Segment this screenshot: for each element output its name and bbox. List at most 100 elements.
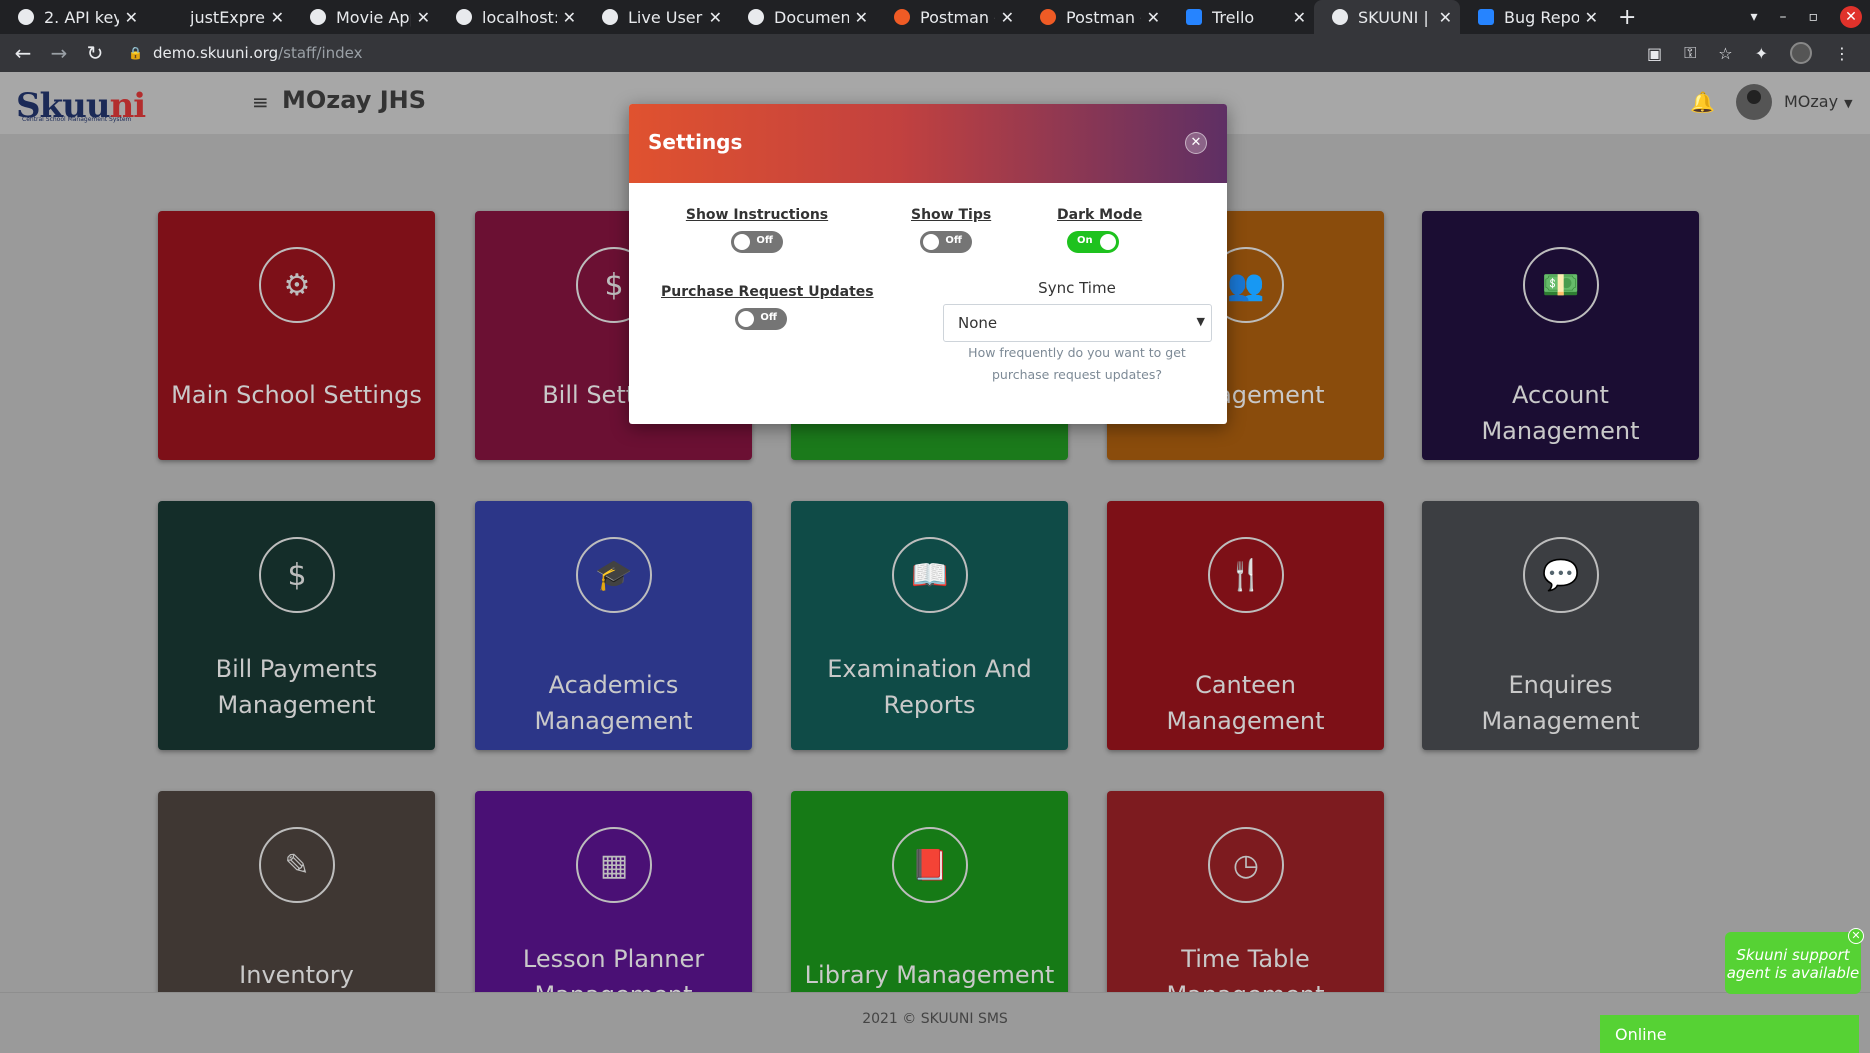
forward-icon[interactable]: → [46,41,72,65]
module-card[interactable]: 📖 Examination And Reports [791,501,1068,750]
chat-online-button[interactable]: Online [1600,1015,1859,1053]
new-tab-button[interactable]: + [1618,5,1636,30]
qr-code-icon[interactable]: ▣ [1647,44,1662,63]
module-card[interactable]: 🎓 Academics Management [475,501,752,750]
payment-hand-icon: $ [259,537,335,613]
browser-tab[interactable]: localhost:30 ✕ [438,0,584,34]
notification-bell-icon[interactable]: 🔔 [1690,90,1715,114]
tab-title: Live User Fil [628,7,703,27]
module-card[interactable]: 📕 Library Management [791,791,1068,992]
browser-tab[interactable]: 2. API key an ✕ [0,0,146,34]
browser-tab[interactable]: Postman - S ✕ [876,0,1022,34]
hamburger-menu-icon[interactable]: ≡ [252,90,269,114]
module-card[interactable]: 💵 Account Management [1422,211,1699,460]
globe-icon [18,9,34,25]
user-menu[interactable]: MOzay ▼ [1784,92,1853,111]
tab-close-icon[interactable]: ✕ [1293,8,1306,27]
extensions-icon[interactable]: ✦ [1755,44,1768,63]
library-book-icon: 📕 [892,827,968,903]
card-label: Library Management [804,961,1055,989]
tab-title: 2. API key an [44,7,119,27]
sync-time-select[interactable]: None ▼ [943,304,1212,342]
show-instructions-toggle[interactable]: Off [731,231,783,253]
close-window-icon[interactable]: ✕ [1840,6,1862,28]
tab-close-icon[interactable]: ✕ [271,8,284,27]
url-field[interactable]: 🔒 demo.skuuni.org/staff/index [128,44,362,62]
card-label: Bill Payments Management [215,655,378,719]
restore-icon[interactable]: ▫ [1809,9,1819,25]
browser-tab[interactable]: Bug Report ✕ [1460,0,1606,34]
star-icon[interactable]: ☆ [1718,44,1732,63]
logo-tagline: Central School Management System [22,116,132,123]
money-icon: 💵 [1523,247,1599,323]
tab-close-icon[interactable]: ✕ [417,8,430,27]
calendar-icon: ▦ [576,827,652,903]
tab-close-icon[interactable]: ✕ [1585,8,1598,27]
module-card[interactable]: ◷ Time Table Management [1107,791,1384,992]
support-close-icon[interactable]: ✕ [1848,928,1864,944]
tab-close-icon[interactable]: ✕ [125,8,138,27]
tab-close-icon[interactable]: ✕ [855,8,868,27]
module-card[interactable]: 💬 Enquires Management [1422,501,1699,750]
browser-tab[interactable]: Movie App ✕ [292,0,438,34]
avatar[interactable] [1736,84,1772,120]
browser-tab[interactable]: SKUUNI | Sin ✕ [1314,0,1460,34]
browser-tab[interactable]: Postman - B ✕ [1022,0,1168,34]
option-show-instructions: Show Instructions Off [683,207,831,257]
profile-icon[interactable] [1790,42,1812,64]
menu-icon[interactable]: ⋮ [1834,44,1850,63]
show-tips-toggle[interactable]: Off [920,231,972,253]
clock-icon: ◷ [1208,827,1284,903]
window-controls: ▾ – ▫ ✕ [1750,0,1862,34]
school-name: MOzay JHS [282,86,427,114]
purchase-request-updates-toggle[interactable]: Off [735,308,787,330]
support-bubble[interactable]: Skuuni support agent is available [1725,932,1861,994]
card-label: Inventory Management [239,961,354,989]
tab-close-icon[interactable]: ✕ [563,8,576,27]
minimize-icon[interactable]: – [1780,9,1787,25]
sync-time-label: Sync Time [1038,279,1116,297]
module-card[interactable]: 🍴 Canteen Management [1107,501,1384,750]
tab-title: justExpress [190,7,265,27]
browser-tab[interactable]: Live User Fil ✕ [584,0,730,34]
module-card[interactable]: $ Bill Payments Management [158,501,435,750]
browser-tab[interactable]: Trello ✕ [1168,0,1314,34]
tab-title: Postman - S [920,7,995,27]
tab-close-icon[interactable]: ✕ [1001,8,1014,27]
close-icon[interactable]: ✕ [1185,132,1207,154]
browser-tab-bar: 2. API key an✕justExpress✕Movie App✕loca… [0,0,1870,34]
module-card[interactable]: ✎ Inventory Management [158,791,435,992]
toolbar-icons: ▣ ⚿ ☆ ✦ ⋮ [1647,34,1850,72]
option-label: Show Tips [911,207,992,223]
address-bar: ← → ↻ 🔒 demo.skuuni.org/staff/index ▣ ⚿ … [0,34,1870,72]
option-dark-mode: Dark Mode On [1057,207,1142,257]
sync-time-help: How frequently do you want to get purcha… [968,345,1186,382]
option-purchase-request-updates: Purchase Request Updates Off [661,284,874,334]
back-icon[interactable]: ← [10,41,36,65]
pencil-icon: ✎ [259,827,335,903]
module-card[interactable]: ⚙ Main School Settings [158,211,435,460]
trello-icon [1186,9,1202,25]
card-label: Account Management [1481,381,1640,445]
footer: 2021 © SKUUNI SMS [0,992,1870,1053]
card-label: Enquires Management [1481,671,1640,735]
key-icon[interactable]: ⚿ [1684,43,1696,63]
card-label: Main School Settings [171,381,422,409]
browser-tab[interactable]: Document ✕ [730,0,876,34]
globe-icon [310,9,326,25]
reload-icon[interactable]: ↻ [82,41,108,65]
card-label: Canteen Management [1166,671,1325,735]
tab-close-icon[interactable]: ✕ [1147,8,1160,27]
tab-close-icon[interactable]: ✕ [1439,8,1452,27]
gear-icon: ⚙ [259,247,335,323]
browser-tab[interactable]: justExpress ✕ [146,0,292,34]
option-show-tips: Show Tips Off [911,207,992,257]
tab-close-icon[interactable]: ✕ [709,8,722,27]
modal-header: Settings ✕ [629,104,1227,183]
trello-icon [1478,9,1494,25]
dark-mode-toggle[interactable]: On [1067,231,1119,253]
tab-search-icon[interactable]: ▾ [1750,9,1757,25]
chevron-down-icon: ▼ [1196,315,1205,328]
url-path: /staff/index [278,44,363,62]
module-card[interactable]: ▦ Lesson Planner Management [475,791,752,992]
